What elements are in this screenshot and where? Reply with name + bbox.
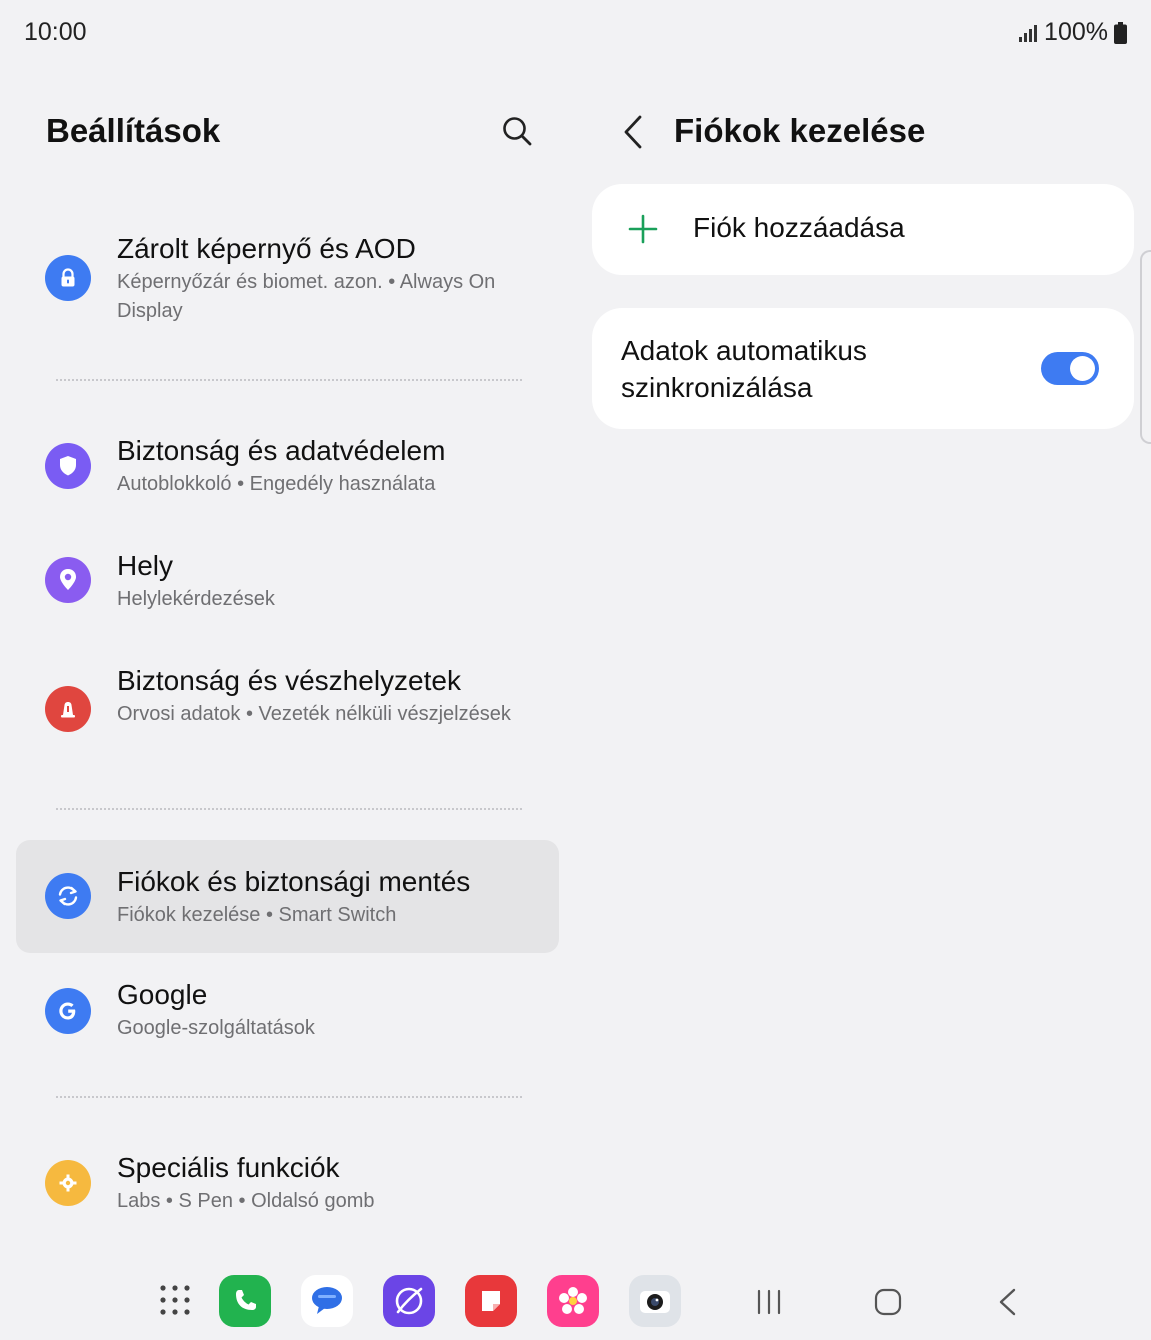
settings-item-title: Biztonság és vészhelyzetek [117,665,461,696]
status-indicators: 100% [1018,18,1127,47]
shield-icon [45,443,91,489]
settings-item-subtitle: Google-szolgáltatások [117,1017,315,1039]
settings-item-title: Speciális funkciók [117,1152,340,1183]
back-button[interactable] [615,112,651,152]
taskbar [0,1266,1151,1340]
recent-apps-icon [757,1289,781,1315]
section-divider [56,1096,522,1098]
phone-app-icon[interactable] [219,1275,271,1327]
camera-app-icon[interactable] [629,1275,681,1327]
settings-item-subtitle: Labs • S Pen • Oldalsó gomb [117,1190,375,1212]
lock-icon [45,255,91,301]
add-account-button[interactable]: Fiók hozzáadása [592,184,1134,275]
settings-item-safety-emergency[interactable]: Biztonság és vészhelyzetek Orvosi adatok… [16,648,559,772]
add-account-label: Fiók hozzáadása [693,212,905,243]
internet-browser-icon[interactable] [383,1275,435,1327]
battery-icon [1114,21,1127,44]
search-icon [503,117,532,146]
settings-item-title: Fiókok és biztonsági mentés [117,866,471,897]
google-icon [45,988,91,1034]
nav-back-icon [999,1288,1016,1316]
page-title: Beállítások [46,112,221,149]
status-time: 10:00 [24,18,87,46]
recent-apps-button[interactable] [749,1282,789,1322]
settings-item-subtitle: Helylekérdezések [117,588,275,610]
app-drawer-button[interactable] [155,1280,195,1320]
puzzle-gear-icon [45,1160,91,1206]
settings-item-subtitle: Orvosi adatok • Vezeték nélküli vészjelz… [117,703,511,725]
location-pin-icon [45,557,91,603]
settings-item-google[interactable]: Google Google-szolgáltatások [16,962,559,1062]
settings-item-title: Google [117,979,208,1010]
section-divider [56,808,522,810]
auto-sync-toggle[interactable] [1041,352,1099,385]
settings-item-title: Zárolt képernyő és AOD [117,233,416,264]
detail-page-title: Fiókok kezelése [674,112,926,149]
manage-accounts-pane: Fiókok kezelése Fiók hozzáadása Adatok a… [575,66,1151,1266]
settings-item-title: Biztonság és adatvédelem [117,435,446,466]
settings-list-pane: Beállítások Zárolt képernyő és AOD Képer… [0,66,575,1266]
auto-sync-label: Adatok automatikus szinkronizálása [621,335,867,403]
status-bar: 10:00 100% [0,0,1151,66]
settings-item-location[interactable]: Hely Helylekérdezések [16,533,559,628]
settings-item-subtitle: Fiókok kezelése • Smart Switch [117,904,397,926]
settings-item-lock-screen[interactable]: Zárolt képernyő és AOD Képernyőzár és bi… [16,216,559,340]
battery-percent: 100% [1044,18,1108,46]
gallery-app-icon[interactable] [547,1275,599,1327]
messages-app-icon[interactable] [301,1275,353,1327]
home-icon [874,1288,902,1316]
grid-dots-icon [160,1285,190,1315]
nav-back-button[interactable] [988,1282,1028,1322]
search-button[interactable] [496,110,538,152]
emergency-siren-icon [45,686,91,732]
section-divider [56,379,522,381]
settings-item-accounts-backup[interactable]: Fiókok és biztonsági mentés Fiókok kezel… [16,840,559,953]
chevron-left-icon [624,115,642,149]
home-button[interactable] [868,1282,908,1322]
sync-icon [45,873,91,919]
signal-icon [1018,24,1038,42]
settings-item-subtitle: Autoblokkoló • Engedély használata [117,473,436,495]
settings-item-subtitle: Képernyőzár és biomet. azon. • Always On… [117,271,496,322]
settings-item-security-privacy[interactable]: Biztonság és adatvédelem Autoblokkoló • … [16,418,559,513]
plus-icon [628,214,658,244]
toggle-knob [1070,356,1095,381]
auto-sync-row[interactable]: Adatok automatikus szinkronizálása [592,308,1134,429]
edge-panel-handle[interactable] [1140,250,1151,444]
notes-app-icon[interactable] [465,1275,517,1327]
settings-item-advanced-features[interactable]: Speciális funkciók Labs • S Pen • Oldals… [16,1135,559,1230]
settings-item-title: Hely [117,550,174,581]
